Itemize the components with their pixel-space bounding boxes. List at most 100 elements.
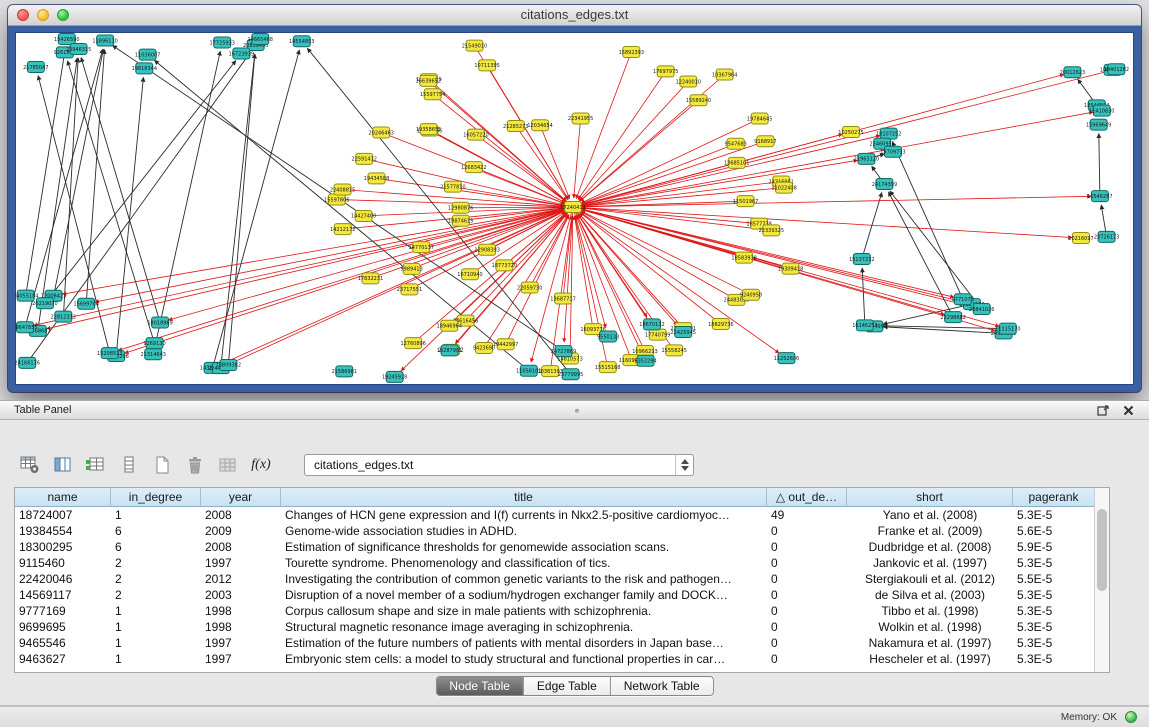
graph-node[interactable]: 21785047: [23, 62, 48, 73]
graph-node[interactable]: 11896110: [92, 35, 117, 46]
column-header-title[interactable]: title: [281, 488, 767, 507]
graph-node[interactable]: 19818344: [132, 63, 157, 74]
graph-node[interactable]: 11252606: [774, 353, 799, 364]
graph-node[interactable]: 18709733: [880, 146, 905, 157]
graph-node[interactable]: 15137232: [849, 253, 874, 264]
graph-node[interactable]: 24727869: [551, 346, 576, 357]
graph-node[interactable]: 20219070: [32, 298, 57, 309]
column-header-year[interactable]: year: [201, 488, 281, 507]
graph-node[interactable]: 18670112: [639, 319, 664, 330]
graph-node[interactable]: 20246463: [368, 127, 393, 138]
column-header-out_de[interactable]: △ out_de…: [767, 488, 847, 507]
table-row[interactable]: 1938455462009Genome-wide association stu…: [15, 523, 1094, 539]
graph-node[interactable]: 12034654: [527, 120, 552, 131]
graph-node[interactable]: 15589240: [686, 95, 711, 106]
graph-node[interactable]: 18874615: [448, 215, 473, 226]
table-row[interactable]: 1830029562008Estimation of significance …: [15, 539, 1094, 555]
graph-node[interactable]: 19434588: [364, 173, 389, 184]
graph-node[interactable]: 15699704: [73, 298, 98, 309]
table-row[interactable]: 969969511998Structural magnetic resonanc…: [15, 619, 1094, 635]
function-icon[interactable]: f(x): [249, 453, 273, 477]
graph-node[interactable]: 18829736: [708, 318, 733, 329]
tab-edge-table[interactable]: Edge Table: [523, 677, 610, 695]
window-titlebar[interactable]: citations_edges.txt: [8, 5, 1141, 26]
graph-node[interactable]: 9269130: [143, 338, 165, 349]
graph-node[interactable]: 10711395: [474, 60, 499, 71]
graph-node[interactable]: 17725933: [209, 37, 234, 48]
close-panel-icon[interactable]: [1122, 404, 1135, 417]
graph-node[interactable]: 19309418: [778, 263, 803, 274]
table-row[interactable]: 946362711997Embryonic stem cells: a mode…: [15, 651, 1094, 667]
graph-node[interactable]: 10546287: [1087, 191, 1112, 202]
table-import-icon[interactable]: [84, 453, 108, 477]
graph-node[interactable]: 11501967: [733, 196, 758, 207]
table-row[interactable]: 1456911722003Disruption of a novel membe…: [15, 587, 1094, 603]
graph-node[interactable]: 9989413: [401, 263, 423, 274]
graph-node[interactable]: 24166176: [15, 357, 40, 368]
graph-node[interactable]: 16287901: [437, 345, 462, 356]
graph-node[interactable]: 13685101: [724, 157, 749, 168]
close-window-icon[interactable]: [17, 9, 29, 21]
graph-node[interactable]: 14665468: [248, 34, 273, 45]
graph-node[interactable]: 15558245: [662, 345, 687, 356]
table-select-dropdown[interactable]: citations_edges.txt: [304, 454, 694, 476]
graph-node[interactable]: 22591412: [352, 153, 377, 164]
graph-node[interactable]: 18018969: [147, 317, 172, 328]
graph-node[interactable]: 21963120: [854, 153, 879, 164]
graph-node[interactable]: 14554853: [289, 36, 314, 47]
scrollbar-thumb[interactable]: [1097, 509, 1107, 591]
table-row[interactable]: 977716911998Corpus callosum shape and si…: [15, 603, 1094, 619]
graph-node[interactable]: 11115170: [995, 323, 1020, 334]
graph-node[interactable]: 21577810: [440, 181, 465, 192]
graph-node[interactable]: 21285273: [503, 121, 528, 132]
graph-node[interactable]: 15892393: [619, 47, 644, 58]
graph-node[interactable]: 15426590: [54, 34, 79, 45]
graph-node[interactable]: 23779995: [558, 369, 583, 380]
graph-node[interactable]: 12908393: [474, 244, 499, 255]
new-document-icon[interactable]: [150, 453, 174, 477]
table-row[interactable]: 1872400712008Changes of HCN gene express…: [15, 507, 1094, 523]
graph-node[interactable]: 23946315: [66, 43, 91, 54]
tab-network-table[interactable]: Network Table: [610, 677, 713, 695]
graph-node[interactable]: 23841026: [969, 304, 994, 315]
table-panel-titlebar[interactable]: Table Panel: [0, 401, 1149, 420]
graph-node[interactable]: 20012623: [1060, 67, 1085, 78]
graph-node[interactable]: 15208513: [97, 348, 122, 359]
graph-node[interactable]: 16710940: [457, 269, 482, 280]
graph-node[interactable]: 22812312: [51, 311, 76, 322]
graph-node[interactable]: 18583938: [731, 252, 756, 263]
graph-node[interactable]: 9168917: [754, 136, 776, 147]
graph-node[interactable]: 23726173: [1094, 231, 1119, 242]
graph-node[interactable]: 19442997: [493, 339, 518, 350]
graph-node[interactable]: 12980876: [448, 202, 473, 213]
graph-node[interactable]: 16146253: [852, 320, 877, 331]
rows-icon[interactable]: [117, 453, 141, 477]
graph-node[interactable]: 11410830: [1089, 105, 1114, 116]
graph-node[interactable]: 9240958: [740, 289, 762, 300]
graph-node[interactable]: 22425945: [670, 326, 695, 337]
graph-node[interactable]: 16057220: [463, 129, 488, 140]
graph-node[interactable]: 17697975: [653, 66, 678, 77]
minimize-window-icon[interactable]: [37, 9, 49, 21]
table-row[interactable]: 2242004622012Investigating the contribut…: [15, 571, 1094, 587]
zoom-window-icon[interactable]: [57, 9, 69, 21]
graph-node[interactable]: 9550133: [597, 331, 619, 342]
graph-node[interactable]: 22298682: [940, 312, 965, 323]
graph-node[interactable]: 11036007: [135, 49, 160, 60]
graph-node[interactable]: 21314643: [141, 349, 166, 360]
graph-node[interactable]: 12683422: [461, 162, 486, 173]
graph-node[interactable]: 9547683: [725, 138, 747, 149]
graph-node[interactable]: 13809382: [216, 359, 241, 370]
graph-node[interactable]: 19784645: [747, 113, 772, 124]
graph-node[interactable]: 22339325: [759, 225, 784, 236]
graph-node[interactable]: 18946964: [437, 320, 462, 331]
column-header-in_degree[interactable]: in_degree: [111, 488, 201, 507]
graph-node[interactable]: 15597806: [324, 194, 349, 205]
graph-node[interactable]: 15597754: [420, 89, 445, 100]
graph-node[interactable]: 24174399: [872, 178, 897, 189]
graph-node[interactable]: 15515168: [595, 362, 620, 373]
graph-node[interactable]: 20216097: [1068, 233, 1093, 244]
graph-node[interactable]: 19358655: [416, 124, 441, 135]
graph-node[interactable]: 9771073: [952, 294, 974, 305]
graph-node[interactable]: 19245928: [382, 371, 407, 382]
